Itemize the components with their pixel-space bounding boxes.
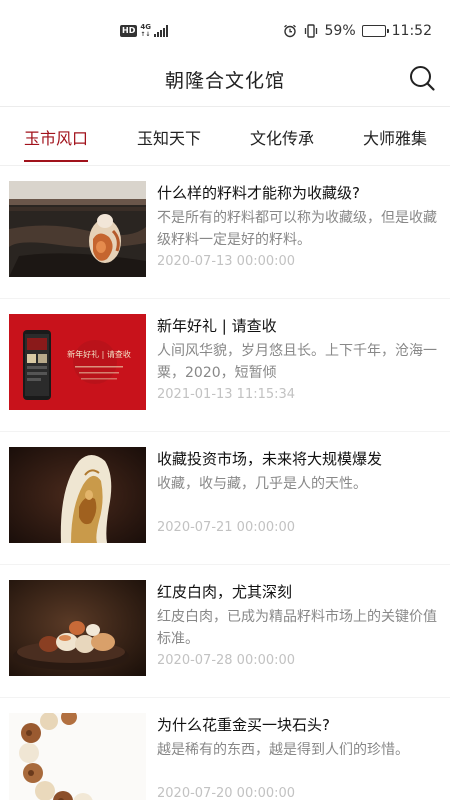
- status-right: 59% 11:52: [283, 23, 432, 39]
- carved-jade-pendant-image: [9, 447, 146, 543]
- carved-jade-on-wood-image: [9, 181, 146, 277]
- search-icon: [410, 66, 435, 91]
- news-summary: 收藏，收与藏，几乎是人的天性。: [157, 476, 367, 492]
- news-title: 收藏投资市场，未来将大规模爆发: [157, 450, 383, 468]
- news-title: 红皮白肉，尤其深刻: [157, 583, 293, 601]
- news-item[interactable]: 新年好礼 | 请查收 新年好礼 | 请查收 人间风华貌，岁月悠且长。上下千年，沧…: [0, 299, 450, 432]
- news-thumbnail: [9, 181, 146, 277]
- alarm-icon: [283, 24, 296, 38]
- news-summary: 红皮白肉，已成为精品籽料市场上的关键价值标准。: [157, 609, 437, 647]
- jade-bead-bracelet-image: [9, 713, 146, 800]
- news-thumbnail: [9, 713, 146, 800]
- news-title: 什么样的籽料才能称为收藏级?: [157, 184, 360, 202]
- network-label: 4G ↑↓: [140, 23, 151, 39]
- news-date: 2020-07-20 00:00:00: [157, 786, 296, 800]
- category-tabs: 玉市风口 玉知天下 文化传承 大师雅集: [0, 107, 450, 165]
- news-date: 2020-07-28 00:00:00: [157, 653, 296, 668]
- status-bar: HD 4G ↑↓ 59% 11:52: [0, 0, 450, 56]
- thumbnail-caption: 新年好礼 | 请查收: [67, 349, 131, 359]
- news-summary: 越是稀有的东西，越是得到人们的珍惜。: [157, 742, 409, 758]
- page-title: 朝隆合文化馆: [164, 70, 285, 92]
- news-date: 2021-01-13 11:15:34: [157, 387, 296, 402]
- news-item[interactable]: 红皮白肉，尤其深刻 红皮白肉，已成为精品籽料市场上的关键价值标准。 2020-0…: [0, 565, 450, 698]
- new-year-gift-image: 新年好礼 | 请查收: [9, 314, 146, 410]
- tab-yushi-fengkou[interactable]: 玉市风口: [24, 125, 88, 149]
- network-type: 4G: [140, 23, 151, 31]
- news-thumbnail: [9, 580, 146, 676]
- search-button[interactable]: [408, 64, 436, 92]
- tab-wenhua-chuancheng[interactable]: 文化传承: [250, 125, 314, 149]
- battery-icon: [361, 25, 389, 37]
- news-date: 2020-07-21 00:00:00: [157, 520, 296, 535]
- network-indicators: HD 4G ↑↓: [120, 24, 168, 38]
- jade-pebbles-on-plate-image: [9, 580, 146, 676]
- news-summary: 人间风华貌，岁月悠且长。上下千年，沧海一粟，2020，短暂倾: [157, 343, 437, 381]
- news-title: 新年好礼 | 请查收: [157, 317, 277, 335]
- tab-dashi-yaji[interactable]: 大师雅集: [363, 125, 427, 149]
- app-header: 朝隆合文化馆: [0, 56, 450, 104]
- news-item[interactable]: 收藏投资市场，未来将大规模爆发 收藏，收与藏，几乎是人的天性。 2020-07-…: [0, 432, 450, 565]
- news-list: 什么样的籽料才能称为收藏级? 不是所有的籽料都可以称为收藏级，但是收藏级籽料一定…: [0, 166, 450, 800]
- clock: 11:52: [391, 23, 432, 39]
- tab-yuzhi-tianxia[interactable]: 玉知天下: [137, 125, 201, 149]
- active-tab-indicator: [24, 160, 88, 162]
- news-summary: 不是所有的籽料都可以称为收藏级，但是收藏级籽料一定是好的籽料。: [157, 210, 437, 248]
- news-thumbnail: [9, 447, 146, 543]
- signal-icon: [153, 25, 168, 37]
- hd-badge: HD: [120, 25, 138, 37]
- news-item[interactable]: 为什么花重金买一块石头? 越是稀有的东西，越是得到人们的珍惜。 2020-07-…: [0, 698, 450, 800]
- news-thumbnail: 新年好礼 | 请查收: [9, 314, 146, 410]
- news-date: 2020-07-13 00:00:00: [157, 254, 296, 269]
- vibrate-icon: [304, 24, 317, 38]
- news-item[interactable]: 什么样的籽料才能称为收藏级? 不是所有的籽料都可以称为收藏级，但是收藏级籽料一定…: [0, 166, 450, 299]
- news-title: 为什么花重金买一块石头?: [157, 716, 330, 734]
- battery-percent: 59%: [324, 23, 356, 39]
